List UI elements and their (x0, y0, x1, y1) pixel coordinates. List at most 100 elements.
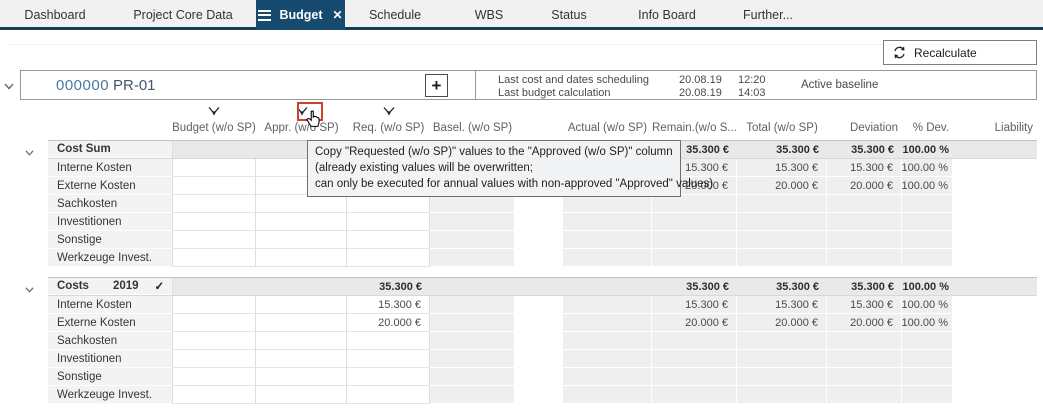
recalculate-button[interactable]: Recalculate (883, 40, 1037, 65)
table-row: Sonstige (48, 368, 1037, 386)
cell-deviation (827, 249, 902, 267)
cell-appr[interactable] (256, 231, 347, 249)
cell-budget[interactable] (172, 332, 256, 350)
cell-budget[interactable] (172, 296, 256, 314)
cell-liability (953, 350, 1037, 368)
column-header-deviation[interactable]: Deviation (827, 119, 902, 137)
cell-budget[interactable] (172, 249, 256, 267)
cell-appr[interactable] (256, 296, 347, 314)
cell-spacer (515, 231, 563, 249)
group-total-actual (563, 278, 652, 295)
close-icon[interactable]: ✕ (333, 8, 343, 22)
column-header-total[interactable]: Total (w/o SP) (737, 119, 827, 137)
table-row: Sachkosten (48, 195, 1037, 213)
cell-req[interactable] (347, 350, 430, 368)
cell-req[interactable] (347, 332, 430, 350)
group-collapse-chevron-icon[interactable] (24, 144, 35, 162)
cell-liability (953, 386, 1037, 404)
cell-deviation: 15.300 € (827, 296, 902, 314)
table-row: Investitionen (48, 350, 1037, 368)
row-label: Investitionen (48, 350, 172, 368)
cell-budget[interactable] (172, 386, 256, 404)
column-header-budget[interactable]: Budget (w/o SP) (172, 119, 256, 137)
cell-req[interactable] (347, 386, 430, 404)
cell-budget[interactable] (172, 159, 256, 177)
cell-actual (563, 332, 652, 350)
tab-wbs[interactable]: WBS (468, 0, 510, 30)
project-id[interactable]: 000000 (56, 77, 109, 94)
cell-req[interactable]: 20.000 € (347, 314, 430, 332)
cell-req[interactable] (347, 368, 430, 386)
cell-budget[interactable] (172, 368, 256, 386)
cell-appr[interactable] (256, 249, 347, 267)
tab-project-core-data[interactable]: Project Core Data (128, 0, 238, 30)
cell-appr[interactable] (256, 213, 347, 231)
cell-appr[interactable] (256, 368, 347, 386)
cell-remain (652, 249, 737, 267)
cell-appr[interactable] (256, 314, 347, 332)
group-header-row[interactable]: Costs2019✓35.300 €35.300 €35.300 €35.300… (48, 277, 1037, 296)
project-code[interactable]: PR-01 (113, 77, 156, 94)
cell-budget[interactable] (172, 314, 256, 332)
cell-budget[interactable] (172, 177, 256, 195)
group-collapse-chevron-icon[interactable] (24, 281, 35, 299)
menu-icon[interactable] (258, 10, 271, 21)
cell-spacer (515, 386, 563, 404)
cell-req[interactable] (347, 231, 430, 249)
cell-liability (953, 159, 1037, 177)
tab-status[interactable]: Status (543, 0, 595, 30)
cell-req[interactable] (347, 195, 430, 213)
column-header-remain[interactable]: Remain.(w/o S... (652, 119, 737, 137)
tab-info-board[interactable]: Info Board (630, 0, 704, 30)
column-header-label (48, 119, 172, 137)
tab-budget[interactable]: Budget ✕ (256, 0, 345, 30)
cell-basel (430, 332, 515, 350)
cell-total (737, 386, 827, 404)
cell-budget[interactable] (172, 213, 256, 231)
cell-appr[interactable] (256, 386, 347, 404)
cell-appr[interactable] (256, 195, 347, 213)
project-collapse-chevron-icon[interactable] (3, 78, 15, 96)
project-header-bar: 000000 PR-01 + Last cost and dates sched… (20, 70, 1037, 100)
column-header-liability[interactable]: Liability (953, 119, 1037, 137)
table-row: Sonstige (48, 231, 1037, 249)
add-button[interactable]: + (425, 74, 448, 97)
cell-actual (563, 386, 652, 404)
column-header-req[interactable]: Req. (w/o SP) (347, 119, 430, 137)
group-total-deviation: 35.300 € (827, 278, 902, 295)
tab-further[interactable]: Further... (736, 0, 800, 30)
tooltip-line: (already existing values will be overwri… (315, 160, 673, 176)
column-header-appr[interactable]: Appr. (w/o SP) (256, 119, 347, 137)
column-header-actual[interactable]: Actual (w/o SP) (563, 119, 652, 137)
cell-req[interactable] (347, 213, 430, 231)
cell-liability (953, 296, 1037, 314)
tab-dashboard[interactable]: Dashboard (18, 0, 92, 30)
cell-req[interactable] (347, 249, 430, 267)
cell-deviation (827, 332, 902, 350)
approved-check-icon: ✓ (155, 279, 165, 293)
row-label: Sachkosten (48, 332, 172, 350)
cell-budget[interactable] (172, 195, 256, 213)
cell-pdev (902, 350, 953, 368)
tooltip-line: can only be executed for annual values w… (315, 176, 673, 192)
group-total-basel (430, 278, 515, 295)
last-budget-calculation-time: 14:03 (738, 87, 766, 99)
column-header-pdev[interactable]: % Dev. (902, 119, 953, 137)
tab-schedule[interactable]: Schedule (360, 0, 430, 30)
cell-remain (652, 213, 737, 231)
last-budget-calculation-date: 20.08.19 (679, 87, 722, 99)
refresh-icon (892, 45, 907, 60)
cell-budget[interactable] (172, 350, 256, 368)
cell-budget[interactable] (172, 231, 256, 249)
cell-deviation (827, 195, 902, 213)
cell-remain: 20.000 € (652, 314, 737, 332)
column-header-basel[interactable]: Basel. (w/o SP) (430, 119, 515, 137)
cell-req[interactable]: 15.300 € (347, 296, 430, 314)
group-year[interactable]: 2019 (113, 280, 139, 292)
recalculate-label: Recalculate (914, 46, 977, 60)
cell-appr[interactable] (256, 332, 347, 350)
cell-actual (563, 249, 652, 267)
cell-basel (430, 296, 515, 314)
table-row: Werkzeuge Invest. (48, 386, 1037, 404)
cell-appr[interactable] (256, 350, 347, 368)
